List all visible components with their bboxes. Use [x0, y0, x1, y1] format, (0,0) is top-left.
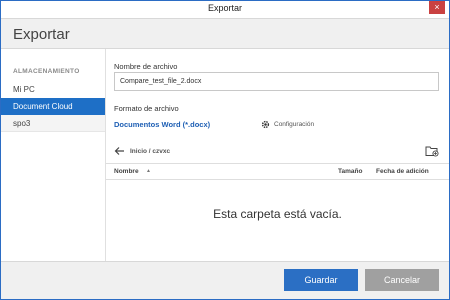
dialog-footer: Guardar Cancelar [1, 261, 449, 299]
new-folder-icon[interactable] [425, 145, 439, 157]
settings-button[interactable]: Configuración [261, 120, 314, 129]
sidebar-section-label: ALMACENAMIENTO [13, 68, 80, 75]
column-size[interactable]: Tamaño [338, 168, 362, 175]
empty-folder-message: Esta carpeta está vacía. [213, 207, 342, 221]
title-bar: Exportar × [1, 1, 449, 18]
cancel-button[interactable]: Cancelar [365, 269, 439, 291]
dialog-header: Exportar [1, 18, 449, 49]
window-title: Exportar [207, 3, 242, 13]
sidebar-item-mi-pc[interactable]: Mi PC [1, 81, 105, 98]
sidebar-item-document-cloud[interactable]: Document Cloud [1, 98, 105, 115]
main-panel: Nombre de archivo Compare_test_file_2.do… [106, 49, 449, 261]
settings-label: Configuración [274, 121, 315, 128]
page-title: Exportar [13, 26, 70, 43]
file-table-header: Nombre ▲ Tamaño Fecha de adición [106, 163, 449, 180]
filename-label: Nombre de archivo [114, 62, 178, 71]
storage-sidebar: ALMACENAMIENTO Mi PC Document Cloud spo3 [1, 49, 106, 261]
sort-ascending-icon: ▲ [146, 168, 151, 174]
format-selector[interactable]: Documentos Word (*.docx) [114, 120, 210, 129]
format-label: Formato de archivo [114, 104, 179, 113]
column-name[interactable]: Nombre [114, 168, 139, 175]
back-arrow-icon[interactable] [114, 146, 125, 156]
save-button[interactable]: Guardar [284, 269, 358, 291]
export-dialog: Exportar × Exportar ALMACENAMIENTO Mi PC… [0, 0, 450, 300]
filename-field[interactable]: Compare_test_file_2.docx [114, 72, 439, 91]
close-icon[interactable]: × [429, 1, 445, 14]
column-date-added[interactable]: Fecha de adición [376, 168, 429, 175]
gear-icon [261, 120, 270, 129]
sidebar-item-spo3[interactable]: spo3 [1, 115, 105, 132]
breadcrumb: Inicio / czvxc [130, 148, 171, 155]
